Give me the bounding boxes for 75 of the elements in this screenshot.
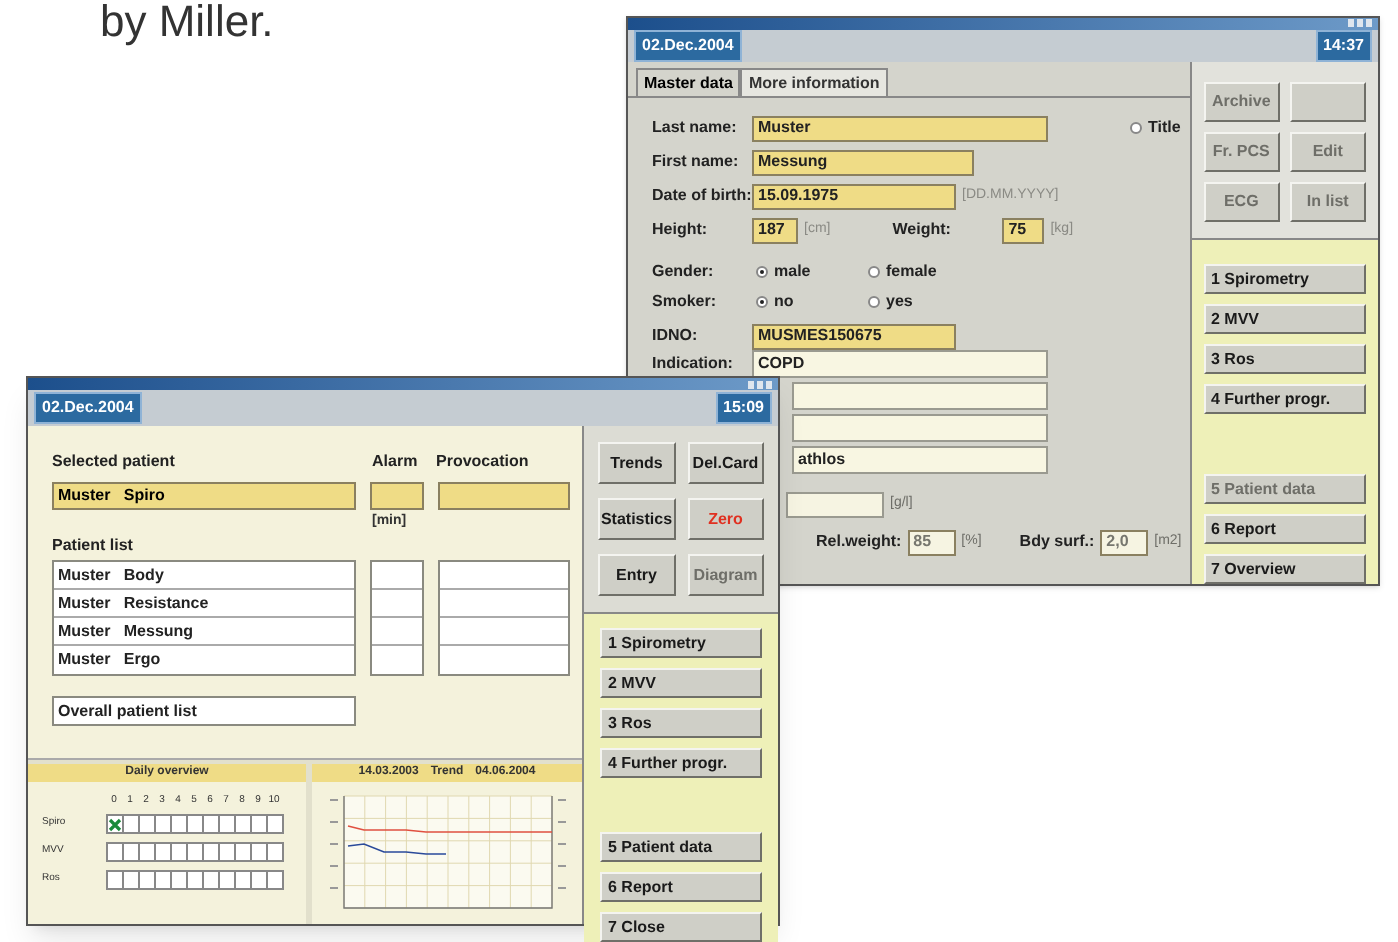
radio-button[interactable] — [868, 296, 880, 308]
tool-button[interactable]: Trends — [598, 442, 675, 484]
field-label: Bdy surf.: — [1019, 530, 1095, 554]
input-field[interactable]: Messung — [752, 149, 974, 175]
program-button[interactable]: 3 Ros — [600, 708, 762, 738]
field-label: Rel.weight: — [816, 530, 902, 554]
action-button[interactable]: 6 Report — [600, 872, 762, 902]
blank-button[interactable] — [1289, 82, 1366, 122]
date-badge: 02.Dec.2004 — [34, 392, 142, 424]
tool-button[interactable]: Entry — [598, 554, 675, 596]
radio-label: no — [774, 290, 794, 314]
radio-label: male — [774, 260, 811, 284]
input-field[interactable]: 75 — [1002, 217, 1045, 243]
program-button[interactable]: 1 Spirometry — [1203, 264, 1366, 294]
tab[interactable]: More information — [740, 68, 888, 96]
program-button[interactable]: 3 Ros — [1203, 344, 1366, 374]
column-label: Provocation — [436, 450, 529, 474]
checkbox[interactable] — [266, 842, 284, 862]
input-field[interactable]: COPD — [752, 350, 1048, 378]
action-button[interactable]: 7 Overview — [1203, 554, 1366, 584]
radio-button[interactable] — [756, 266, 768, 278]
program-button[interactable]: 4 Further progr. — [1203, 384, 1366, 414]
radio-label: female — [886, 260, 937, 284]
field-label: First name: — [652, 150, 741, 174]
input-field[interactable]: 187 — [752, 217, 798, 243]
radio-label: yes — [886, 290, 913, 314]
time-badge: 14:37 — [1315, 29, 1372, 62]
field-label: Height: — [652, 218, 710, 242]
caption-text: by Miller. — [100, 0, 274, 44]
input-field[interactable] — [438, 482, 570, 510]
action-button[interactable]: 7 Close — [600, 912, 762, 942]
tab[interactable]: Master data — [636, 68, 741, 96]
radio-button[interactable] — [1130, 122, 1142, 134]
program-button[interactable]: 2 MVV — [600, 668, 762, 698]
field-label: Date of birth: — [652, 184, 746, 208]
program-button[interactable]: 4 Further progr. — [600, 748, 762, 778]
checkbox[interactable] — [266, 814, 284, 834]
input-field[interactable]: Muster Spiro — [52, 482, 356, 510]
action-button[interactable]: 6 Report — [1203, 514, 1366, 544]
window-controls-icon — [1348, 18, 1372, 29]
input-field[interactable]: MUSMES150675 — [752, 323, 956, 349]
column-label: Selected patient — [52, 450, 177, 474]
action-button[interactable]: 5 Patient data — [600, 832, 762, 862]
input-field[interactable] — [370, 482, 424, 510]
list-column — [438, 560, 570, 676]
field-label: Gender: — [652, 260, 716, 284]
column-label: Alarm — [370, 450, 420, 474]
program-button[interactable]: 2 MVV — [1203, 304, 1366, 334]
window-controls-icon — [748, 379, 772, 389]
checkbox[interactable] — [266, 870, 284, 890]
radio-button[interactable] — [868, 266, 880, 278]
input-field[interactable]: Muster — [752, 115, 1048, 141]
input-field[interactable]: 15.09.1975 — [752, 183, 956, 209]
list-button[interactable]: Overall patient list — [52, 696, 356, 726]
date-badge: 02.Dec.2004 — [634, 29, 742, 62]
input-field[interactable]: athlos — [792, 446, 1048, 474]
list-item[interactable]: Muster Ergo — [54, 646, 354, 674]
radio-label: Title — [1148, 116, 1181, 140]
list-column — [370, 560, 424, 676]
list-item[interactable]: Muster Messung — [54, 618, 354, 646]
field-label: IDNO: — [652, 324, 700, 348]
program-button[interactable]: 1 Spirometry — [600, 628, 762, 658]
list-item[interactable]: Muster Body — [54, 562, 354, 590]
tool-button[interactable]: Statistics — [598, 498, 675, 540]
field-label: Last name: — [652, 116, 739, 140]
field-label: Weight: — [892, 218, 953, 242]
time-badge: 15:09 — [715, 392, 772, 424]
list-item[interactable]: Muster Resistance — [54, 590, 354, 618]
input-field[interactable] — [792, 414, 1048, 442]
field-label: Indication: — [652, 352, 735, 376]
field-label: Smoker: — [652, 290, 719, 314]
radio-button[interactable] — [756, 296, 768, 308]
section-label: Patient list — [52, 534, 135, 558]
tool-button[interactable]: Del.Card — [687, 442, 764, 484]
input-field[interactable] — [792, 382, 1048, 410]
